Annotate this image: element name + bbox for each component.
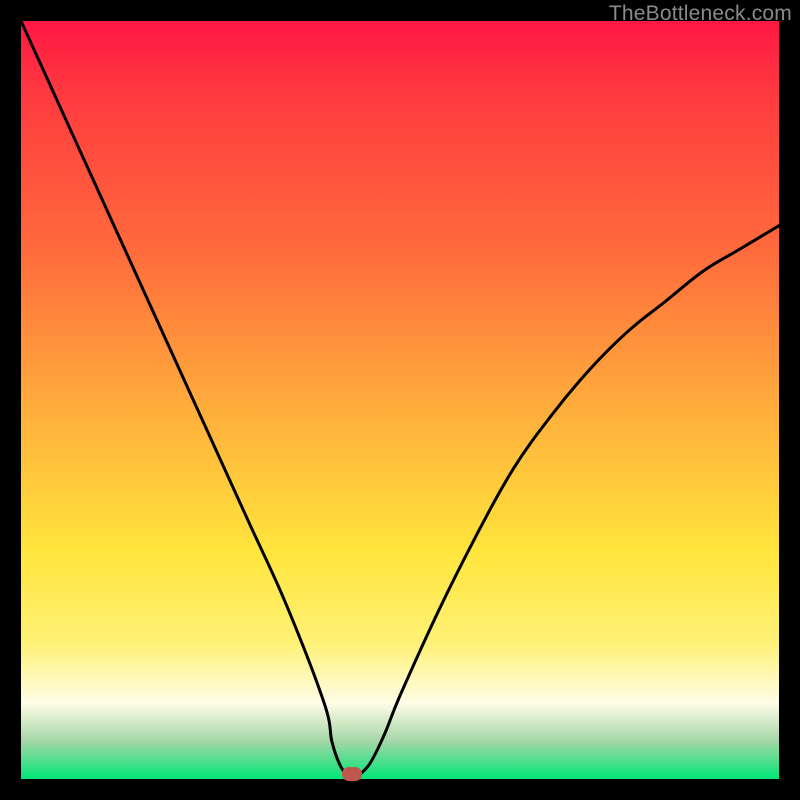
optimum-marker [342,767,362,781]
curve-path [21,21,779,779]
watermark-text: TheBottleneck.com [609,2,792,26]
chart-frame: TheBottleneck.com [0,0,800,800]
bottleneck-curve [21,21,779,779]
plot-area [21,21,779,779]
